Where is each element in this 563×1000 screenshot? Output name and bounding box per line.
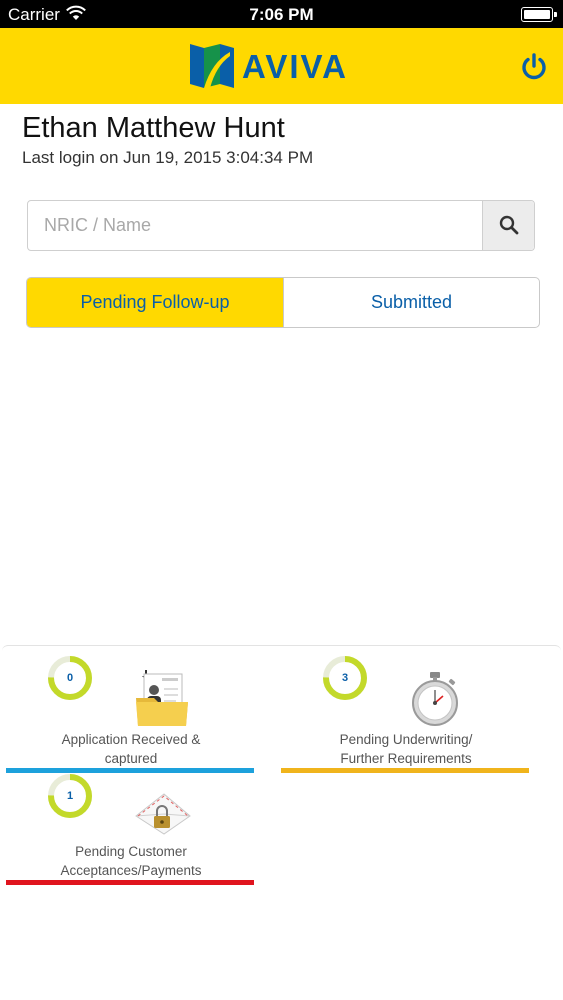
count-value: 1 bbox=[66, 790, 74, 802]
status-bar: Carrier 7:06 PM bbox=[0, 0, 563, 28]
aviva-logo: AVIVA bbox=[190, 44, 380, 90]
count-ring: 0 bbox=[46, 654, 94, 702]
power-icon[interactable] bbox=[519, 52, 549, 82]
card-color-bar bbox=[281, 768, 529, 773]
card-label: Application Received & captured bbox=[61, 732, 201, 766]
card-pending-underwriting[interactable]: 3 Pending Underwriting/ Further Requirem… bbox=[281, 652, 531, 774]
app-header: AVIVA bbox=[0, 28, 563, 104]
status-summary-panel: 0 Application Received & captured 3 Pend… bbox=[2, 645, 561, 895]
battery-icon bbox=[521, 7, 557, 22]
card-label: Pending Customer Acceptances/Payments bbox=[60, 844, 202, 878]
search-bar bbox=[27, 200, 535, 251]
count-ring: 3 bbox=[321, 654, 369, 702]
brand-name: AVIVA bbox=[242, 48, 348, 85]
card-color-bar bbox=[6, 880, 254, 885]
aviva-flag-icon bbox=[190, 44, 234, 88]
card-pending-customer-acceptance[interactable]: 1 Pending Customer Acceptances/Payments bbox=[6, 770, 256, 892]
user-name: Ethan Matthew Hunt bbox=[22, 112, 285, 144]
tab-pending-follow-up[interactable]: Pending Follow-up bbox=[27, 278, 284, 327]
card-application-received[interactable]: 0 Application Received & captured bbox=[6, 652, 256, 774]
search-button[interactable] bbox=[482, 201, 534, 250]
status-tabs: Pending Follow-up Submitted bbox=[26, 277, 540, 328]
last-login: Last login on Jun 19, 2015 3:04:34 PM bbox=[22, 148, 314, 167]
clock: 7:06 PM bbox=[249, 5, 314, 24]
search-input[interactable] bbox=[28, 201, 482, 250]
card-label: Pending Underwriting/ Further Requiremen… bbox=[339, 732, 473, 766]
search-icon bbox=[499, 215, 519, 235]
locked-envelope-icon bbox=[135, 793, 191, 835]
tab-submitted[interactable]: Submitted bbox=[284, 278, 539, 327]
count-ring: 1 bbox=[46, 772, 94, 820]
count-value: 3 bbox=[341, 672, 349, 684]
count-value: 0 bbox=[66, 672, 74, 684]
proposal-folder-icon bbox=[136, 670, 188, 726]
stopwatch-icon bbox=[412, 672, 458, 726]
